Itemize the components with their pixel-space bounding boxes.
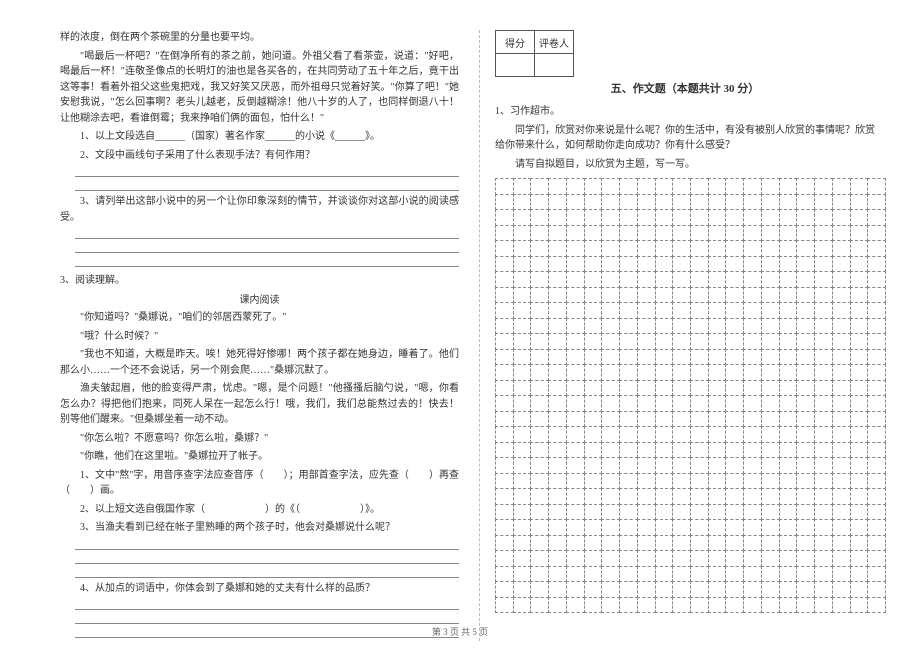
grader-label: 评卷人 xyxy=(535,31,574,54)
reading-q3: 3、当渔夫看到已经在帐子里熟睡的两个孩子时，他会对桑娜说什么呢？ xyxy=(60,520,459,536)
answer-line[interactable] xyxy=(75,166,459,177)
answer-line[interactable] xyxy=(75,599,459,610)
page-footer: 第 3 页 共 5 页 xyxy=(0,625,920,638)
section-5-title: 五、作文题（本题共计 30 分） xyxy=(495,81,875,98)
answer-line[interactable] xyxy=(75,539,459,550)
section-3-heading: 3、阅读理解。 xyxy=(60,273,459,289)
answer-line[interactable] xyxy=(75,228,459,239)
paragraph-text: "喝最后一杯吧？"在倒净所有的茶之前，她问道。外祖父看了看茶壶，说道："好吧，喝… xyxy=(60,49,459,127)
passage-line: "你怎么啦？不愿意吗？你怎么啦，桑娜？" xyxy=(60,431,459,447)
answer-line[interactable] xyxy=(75,553,459,564)
answer-line[interactable] xyxy=(75,180,459,191)
passage-line: "哦？什么时候？" xyxy=(60,329,459,345)
grader-cell[interactable] xyxy=(535,54,574,77)
passage-line: "我也不知道，大概是昨天。唉！她死得好惨哪！两个孩子都在她身边，睡着了。他们那么… xyxy=(60,347,459,378)
question-2: 2、文段中画线句子采用了什么表现手法？有何作用？ xyxy=(60,148,459,164)
score-label: 得分 xyxy=(496,31,535,54)
score-table: 得分 评卷人 xyxy=(495,30,574,77)
question-3: 3、请列举出这部小说中的另一个让你印象深刻的情节，并谈谈你对这部小说的阅读感受。 xyxy=(60,194,459,225)
composition-grid[interactable] xyxy=(495,178,885,612)
passage-line: "你知道吗？"桑娜说，"咱们的邻居西蒙死了。" xyxy=(60,310,459,326)
essay-number: 1、习作超市。 xyxy=(495,104,875,120)
score-cell[interactable] xyxy=(496,54,535,77)
passage-line: "你瞧，他们在这里啦。"桑娜拉开了帐子。 xyxy=(60,449,459,465)
essay-prompt: 请写自拟题目，以欣赏为主题，写一写。 xyxy=(495,157,875,173)
question-1: 1、以上文段选自______（国家）著名作家______的小说《______》。 xyxy=(60,129,459,145)
answer-line[interactable] xyxy=(75,613,459,624)
passage-line: 渔夫皱起眉，他的脸变得严肃，忧虑。"嗯，是个问题！"他搔搔后脑勺说，"嗯，你看怎… xyxy=(60,381,459,428)
essay-prompt: 同学们，欣赏对你来说是什么呢？你的生活中，有没有被别人欣赏的事情呢？欣赏给你带来… xyxy=(495,123,875,154)
answer-line[interactable] xyxy=(75,256,459,267)
sub-heading: 课内阅读 xyxy=(60,293,459,309)
paragraph-text: 样的浓度，倒在两个茶碗里的分量也要平均。 xyxy=(60,30,459,46)
answer-line[interactable] xyxy=(75,567,459,578)
reading-q1: 1、文中"熬"字，用音序查字法应查音序（ ）；用部首查字法，应先查（ ）再查（ … xyxy=(60,468,459,499)
reading-q4: 4、从加点的词语中，你体会到了桑娜和她的丈夫有什么样的品质？ xyxy=(60,581,459,597)
answer-line[interactable] xyxy=(75,242,459,253)
reading-q2: 2、以上短文选自俄国作家（ ）的《（ ）》。 xyxy=(60,502,459,518)
